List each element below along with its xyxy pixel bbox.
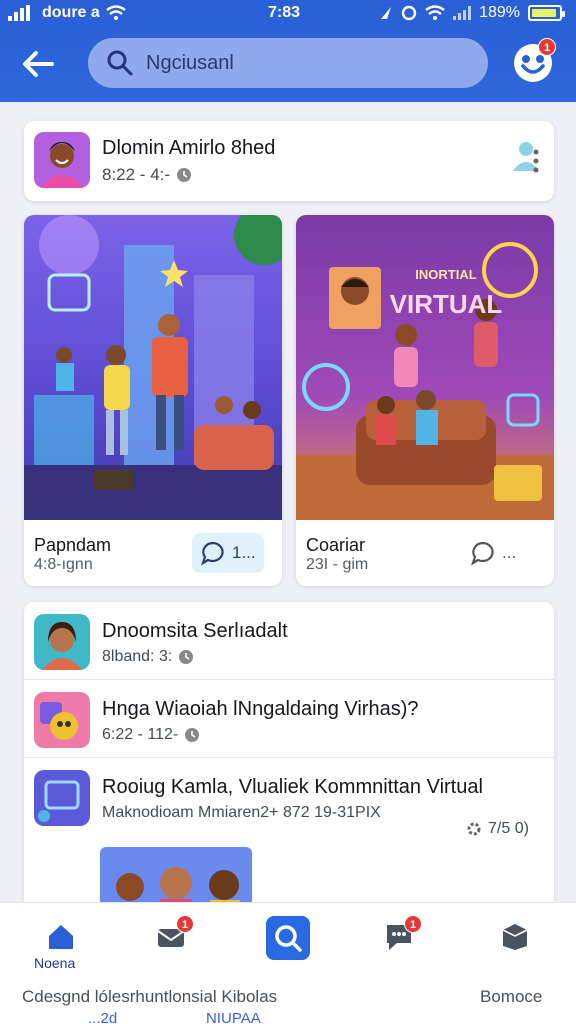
comment-count: 1... bbox=[232, 543, 256, 562]
notification-badge: 1 bbox=[538, 38, 556, 56]
search-input[interactable] bbox=[146, 51, 466, 75]
alarm-icon bbox=[401, 5, 417, 21]
list-item-subtitle: 6:22 - 112- bbox=[102, 726, 200, 744]
nav-chat[interactable]: 1 bbox=[374, 915, 424, 957]
media-card-city[interactable]: Papndam 4:8-ıgnn 1... bbox=[24, 215, 282, 586]
list-item-subtitle: 8lband: 3: bbox=[102, 648, 194, 666]
app-header: doure a 7:83 189% 1 bbox=[0, 0, 576, 102]
list-item-title: Dnoomsita Serlıadalt bbox=[102, 620, 288, 642]
battery-text: 189% bbox=[479, 4, 520, 21]
search-icon bbox=[266, 916, 310, 960]
status-left: doure a bbox=[8, 4, 126, 22]
media-subtitle: 4:8-ıgnn bbox=[34, 556, 93, 573]
list-item-title: Hnga Wiaoiah lNngaldaing Virhas)? bbox=[102, 698, 419, 720]
nav-home-label[interactable]: Noenа bbox=[34, 955, 75, 971]
post-meta: 8:22 - 4:- bbox=[102, 165, 192, 185]
nav-search[interactable] bbox=[262, 913, 314, 963]
notification-badge: 1 bbox=[176, 915, 194, 933]
overlay-line1: INORTIAL bbox=[415, 267, 476, 282]
media-card-virtual[interactable]: INORTIAL VIRTUAL Coariar 23I - gim ... bbox=[296, 215, 554, 586]
carrier-text: doure a bbox=[42, 4, 100, 21]
conversation-list: Dnoomsita Serlıadalt 8lband: 3: Hnga Wia… bbox=[24, 602, 554, 932]
list-item-time: 6:22 - 112- bbox=[102, 726, 179, 743]
list-item-stats: 7/5 0) bbox=[466, 820, 529, 838]
comment-icon bbox=[471, 541, 494, 566]
search-icon bbox=[107, 50, 133, 76]
media-title: Papndam bbox=[34, 535, 112, 555]
overlay-line2: VIRTUAL bbox=[390, 289, 503, 319]
status-bar: doure a 7:83 189% bbox=[0, 4, 576, 24]
gear-icon bbox=[467, 822, 481, 836]
battery-icon bbox=[528, 5, 565, 21]
avatar bbox=[34, 692, 90, 748]
back-arrow-icon[interactable] bbox=[18, 44, 58, 84]
signal-icon bbox=[8, 5, 30, 21]
profile-button[interactable]: 1 bbox=[514, 38, 556, 82]
nav-mail[interactable]: 1 bbox=[146, 915, 196, 957]
clock-icon bbox=[185, 728, 200, 742]
avatar bbox=[34, 770, 90, 826]
media-subtitle: 23I - gim bbox=[306, 556, 369, 573]
nav-inbox[interactable] bbox=[490, 917, 540, 957]
comments-button[interactable]: 1... bbox=[192, 533, 264, 573]
home-icon bbox=[49, 925, 73, 949]
location-icon bbox=[381, 7, 392, 19]
avatar[interactable] bbox=[34, 132, 90, 188]
list-item[interactable]: Hnga Wiaoiah lNngaldaing Virhas)? 6:22 -… bbox=[24, 680, 554, 758]
footer-text-right[interactable]: Bomoce bbox=[480, 987, 542, 1007]
city-scene-image bbox=[24, 215, 282, 520]
cut-text-left: ...2d bbox=[88, 1010, 118, 1024]
comment-icon bbox=[201, 541, 224, 566]
inbox-icon bbox=[502, 924, 528, 950]
media-title: Coariar bbox=[306, 535, 366, 555]
person-avatar-illustration bbox=[34, 132, 90, 188]
list-item-time: 8lband: 3: bbox=[102, 648, 173, 665]
footer-text-left: Cdesgnd lólesrhuntlonsial Kibolas bbox=[22, 987, 278, 1006]
cut-text-mid: NIUPAA bbox=[206, 1010, 261, 1024]
bottom-navigation: Noenа 1 1 Cdesgnd lólesrhuntlonsial Kibo… bbox=[0, 902, 576, 1024]
comments-button[interactable]: ... bbox=[462, 533, 524, 573]
stats-text: 7/5 0) bbox=[488, 820, 529, 837]
list-item[interactable]: Dnoomsita Serlıadalt 8lband: 3: bbox=[24, 602, 554, 680]
clock-icon bbox=[179, 650, 194, 664]
post-header-card[interactable]: Dlomin Amirlo 8hed 8:22 - 4:- bbox=[24, 121, 554, 201]
wifi-icon bbox=[106, 5, 126, 20]
living-room-scene-image: INORTIAL VIRTUAL bbox=[296, 215, 554, 520]
list-item-title: Rooiug Kamla, Vlualiek Kommnittan Virtua… bbox=[102, 776, 483, 798]
status-time: 7:83 bbox=[268, 4, 301, 21]
status-right: 189% bbox=[379, 4, 565, 22]
more-vertical-icon[interactable] bbox=[530, 149, 542, 175]
post-author-name[interactable]: Dlomin Amirlo 8hed bbox=[102, 137, 275, 160]
notification-badge: 1 bbox=[404, 915, 422, 933]
wifi-icon bbox=[425, 5, 445, 20]
post-time: 8:22 - 4:- bbox=[102, 165, 171, 184]
comment-count: ... bbox=[502, 543, 517, 562]
nav-home[interactable] bbox=[36, 917, 86, 957]
list-item-subtitle: Maknodioam Mmiaren2+ 872 19-31PIX bbox=[102, 804, 381, 822]
search-bar[interactable] bbox=[88, 38, 488, 88]
avatar bbox=[34, 614, 90, 670]
clock-icon bbox=[177, 168, 192, 182]
cell-signal-icon bbox=[453, 6, 472, 20]
list-item-time: Maknodioam Mmiaren2+ 872 19-31PIX bbox=[102, 804, 381, 821]
